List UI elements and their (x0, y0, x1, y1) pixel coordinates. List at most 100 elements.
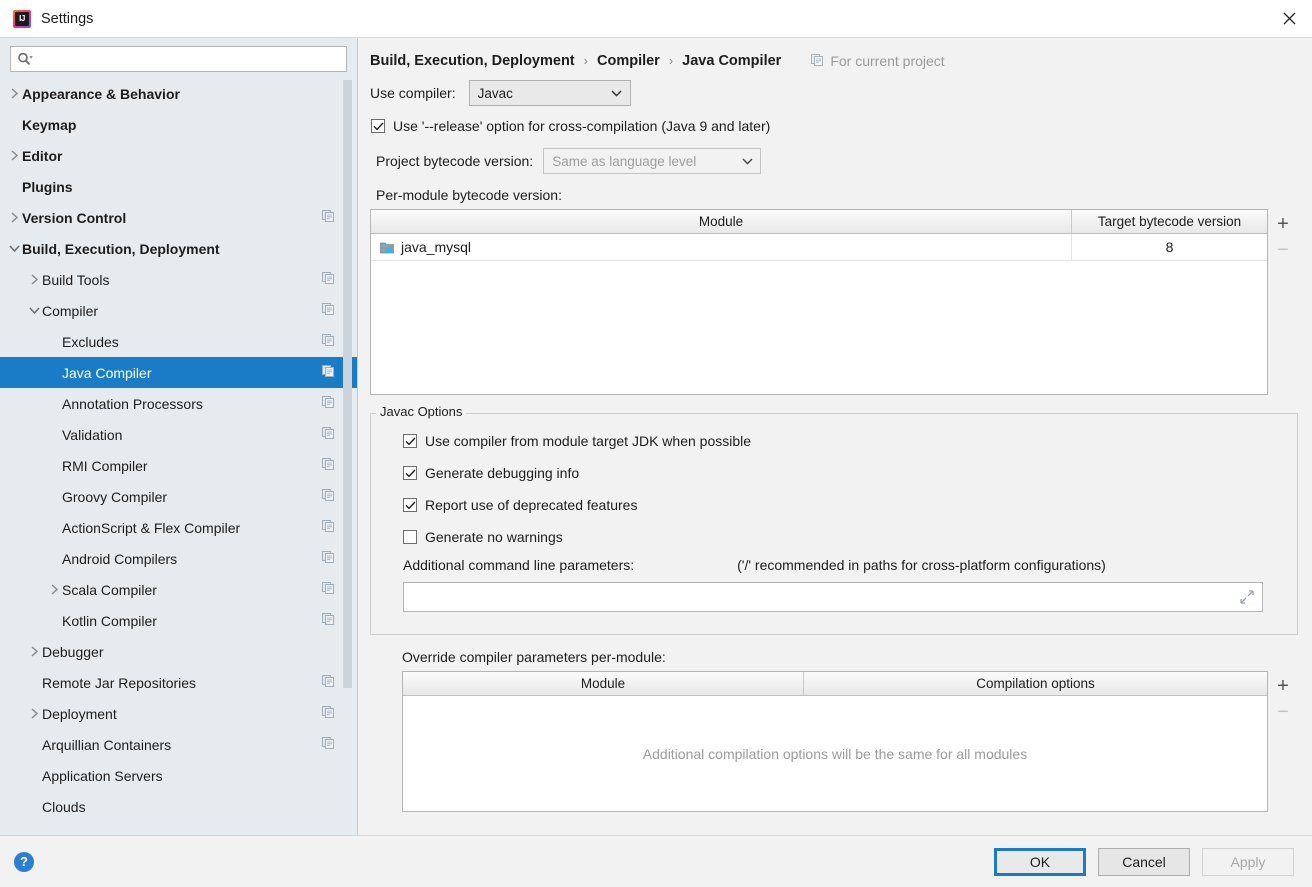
search-input[interactable] (37, 51, 340, 67)
sidebar-scrollbar[interactable] (343, 80, 352, 688)
use-compiler-value: Javac (477, 85, 513, 101)
javac-option-checkbox-1[interactable] (403, 466, 417, 480)
override-table: Module Compilation options Additional co… (402, 671, 1268, 812)
javac-option-checkbox-3[interactable] (403, 530, 417, 544)
help-button[interactable]: ? (14, 851, 34, 872)
sidebar-item-plugins[interactable]: Plugins (0, 171, 357, 202)
copy-icon (322, 426, 335, 443)
column-header-override-module[interactable]: Module (403, 672, 803, 695)
sidebar-item-label: Groovy Compiler (62, 488, 168, 505)
sidebar-item-editor[interactable]: Editor (0, 140, 357, 171)
sidebar-item-remote-jar-repositories[interactable]: Remote Jar Repositories (0, 667, 357, 698)
chevron-right-icon[interactable] (6, 212, 22, 223)
javac-option-row-2[interactable]: Report use of deprecated features (403, 497, 1297, 513)
add-override-button[interactable]: + (1270, 673, 1296, 699)
column-header-module[interactable]: Module (371, 210, 1071, 233)
remove-override-button[interactable]: − (1270, 699, 1296, 725)
chevron-right-icon[interactable] (46, 584, 62, 595)
breadcrumb-separator-0: › (583, 53, 588, 68)
javac-option-row-1[interactable]: Generate debugging info (403, 465, 1297, 481)
additional-params-hint: ('/' recommended in paths for cross-plat… (737, 557, 1106, 573)
sidebar-item-deployment[interactable]: Deployment (0, 698, 357, 729)
close-icon[interactable] (1266, 0, 1312, 37)
scope-indicator: For current project (811, 52, 945, 69)
scope-label: For current project (830, 52, 945, 69)
sidebar-item-label: ActionScript & Flex Compiler (62, 519, 241, 536)
sidebar-item-appearance-behavior[interactable]: Appearance & Behavior (0, 78, 357, 109)
sidebar-item-label: Scala Compiler (62, 581, 157, 598)
release-option-checkbox[interactable] (371, 119, 385, 133)
additional-params-field[interactable] (403, 582, 1263, 612)
chevron-right-icon[interactable] (26, 274, 42, 285)
copy-icon (322, 364, 335, 381)
copy-icon (322, 209, 335, 226)
sidebar-item-groovy-compiler[interactable]: Groovy Compiler (0, 481, 357, 512)
sidebar-item-actionscript-flex-compiler[interactable]: ActionScript & Flex Compiler (0, 512, 357, 543)
sidebar-item-version-control[interactable]: Version Control (0, 202, 357, 233)
column-header-compilation-options[interactable]: Compilation options (803, 672, 1267, 695)
chevron-right-icon[interactable] (6, 150, 22, 161)
sidebar-item-scala-compiler[interactable]: Scala Compiler (0, 574, 357, 605)
copy-icon (322, 612, 335, 629)
remove-module-button[interactable]: − (1270, 237, 1296, 263)
sidebar-item-excludes[interactable]: Excludes (0, 326, 357, 357)
use-compiler-select[interactable]: Javac (468, 80, 631, 106)
use-compiler-row: Use compiler: Javac (370, 80, 1298, 106)
sidebar-item-label: Deployment (42, 705, 117, 722)
copy-icon (811, 54, 824, 67)
table-row[interactable]: java_mysql 8 (371, 234, 1267, 261)
sidebar-item-kotlin-compiler[interactable]: Kotlin Compiler (0, 605, 357, 636)
project-bytecode-select[interactable]: Same as language level (543, 148, 762, 174)
breadcrumb-item-0[interactable]: Build, Execution, Deployment (370, 53, 575, 69)
override-table-empty-message: Additional compilation options will be t… (642, 745, 1028, 762)
javac-options-list: Use compiler from module target JDK when… (371, 413, 1297, 612)
chevron-right-icon[interactable] (26, 646, 42, 657)
sidebar-item-keymap[interactable]: Keymap (0, 109, 357, 140)
sidebar-item-compiler[interactable]: Compiler (0, 295, 357, 326)
settings-main-panel: Build, Execution, Deployment › Compiler … (358, 38, 1312, 835)
intellij-idea-logo-icon: IJ (13, 9, 31, 28)
project-bytecode-value: Same as language level (552, 153, 697, 169)
javac-option-row-0[interactable]: Use compiler from module target JDK when… (403, 433, 1297, 449)
javac-option-row-3[interactable]: Generate no warnings (403, 529, 1297, 545)
settings-dialog: IJ Settings Appearance & Behavior Keymap… (0, 0, 1312, 887)
sidebar-item-rmi-compiler[interactable]: RMI Compiler (0, 450, 357, 481)
chevron-down-icon[interactable] (26, 306, 42, 315)
javac-option-checkbox-0[interactable] (403, 434, 417, 448)
javac-option-label-0: Use compiler from module target JDK when… (425, 433, 752, 449)
copy-icon (322, 302, 335, 319)
sidebar-item-label: Clouds (42, 798, 86, 815)
chevron-down-icon[interactable] (6, 244, 22, 253)
copy-icon (322, 271, 335, 288)
cancel-button[interactable]: Cancel (1098, 847, 1190, 876)
sidebar-item-arquillian-containers[interactable]: Arquillian Containers (0, 729, 357, 760)
project-bytecode-row: Project bytecode version: Same as langua… (376, 148, 1298, 174)
release-option-label: Use '--release' option for cross-compila… (393, 118, 771, 134)
apply-button[interactable]: Apply (1202, 847, 1294, 876)
dialog-body: Appearance & Behavior Keymap Editor Plugins… (0, 38, 1312, 835)
sidebar-item-android-compilers[interactable]: Android Compilers (0, 543, 357, 574)
sidebar-item-build-tools[interactable]: Build Tools (0, 264, 357, 295)
sidebar-item-clouds[interactable]: Clouds (0, 791, 357, 822)
chevron-right-icon[interactable] (6, 88, 22, 99)
add-module-button[interactable]: + (1270, 211, 1296, 237)
sidebar-item-debugger[interactable]: Debugger (0, 636, 357, 667)
sidebar-item-validation[interactable]: Validation (0, 419, 357, 450)
sidebar-item-java-compiler[interactable]: Java Compiler (0, 357, 357, 388)
search-icon (17, 52, 33, 66)
javac-options-title: Javac Options (376, 404, 467, 419)
column-header-target-bytecode[interactable]: Target bytecode version (1071, 210, 1267, 233)
ok-button[interactable]: OK (994, 847, 1086, 876)
expand-icon[interactable] (1236, 584, 1258, 610)
sidebar-item-application-servers[interactable]: Application Servers (0, 760, 357, 791)
cell-target-bytecode[interactable]: 8 (1071, 234, 1267, 260)
release-option-row[interactable]: Use '--release' option for cross-compila… (371, 118, 1298, 134)
chevron-right-icon[interactable] (26, 708, 42, 719)
sidebar-item-annotation-processors[interactable]: Annotation Processors (0, 388, 357, 419)
search-box[interactable] (10, 46, 347, 72)
javac-options-group: Javac Options Use compiler from module t… (370, 404, 1298, 635)
additional-params-input[interactable] (411, 589, 1236, 605)
breadcrumb-item-1[interactable]: Compiler (597, 53, 660, 69)
sidebar-item-build-execution-deployment[interactable]: Build, Execution, Deployment (0, 233, 357, 264)
javac-option-checkbox-2[interactable] (403, 498, 417, 512)
